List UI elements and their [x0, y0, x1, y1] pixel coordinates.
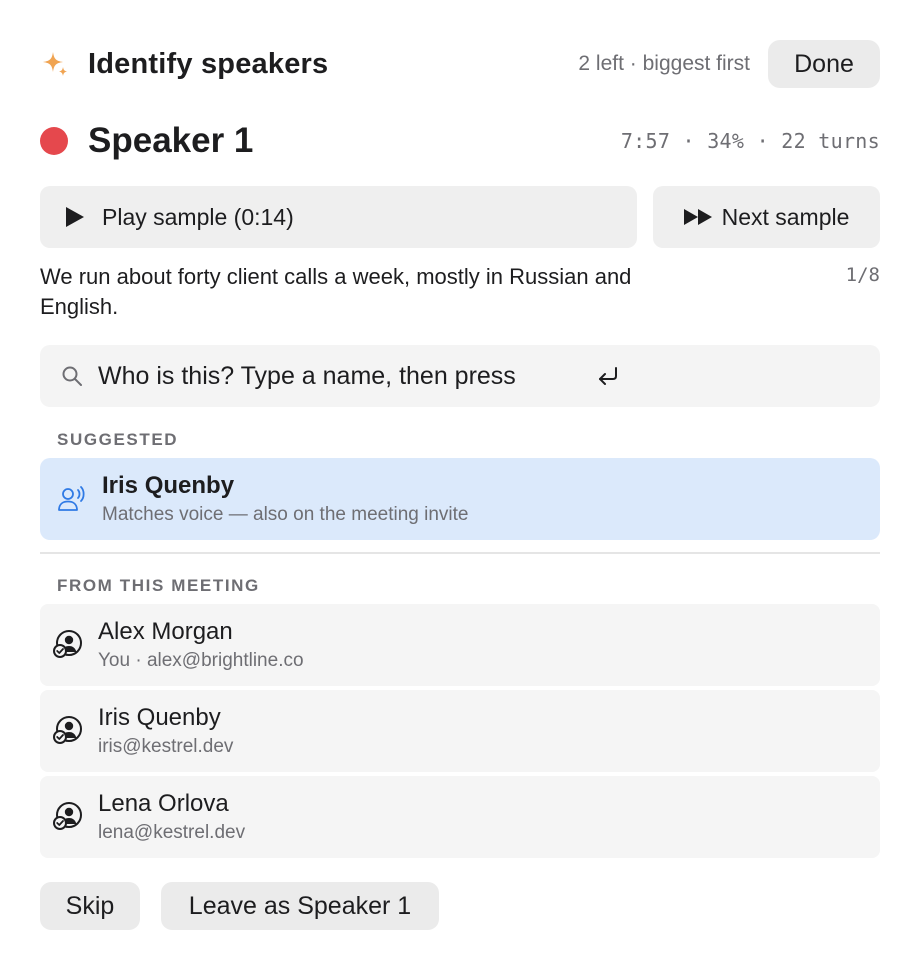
page-title: Identify speakers: [88, 47, 329, 80]
speaker-name-input[interactable]: [98, 361, 880, 391]
person-text: Iris Quenby iris@kestrel.dev: [98, 704, 233, 758]
skip-button[interactable]: Skip: [40, 882, 140, 930]
divider: [40, 552, 880, 554]
leave-as-speaker-button[interactable]: Leave as Speaker 1: [161, 882, 439, 930]
play-sample-button[interactable]: Play sample (0:14): [40, 186, 637, 248]
next-sample-button[interactable]: Next sample: [653, 186, 880, 248]
fast-forward-icon: [683, 209, 712, 225]
suggested-speaker-option[interactable]: Iris Quenby Matches voice — also on the …: [40, 458, 880, 540]
person-text: Lena Orlova lena@kestrel.dev: [98, 790, 245, 844]
play-sample-label: Play sample (0:14): [102, 203, 294, 230]
speaker-name: Speaker 1: [88, 121, 254, 160]
meeting-heading: FROM THIS MEETING: [57, 576, 260, 595]
sample-controls: Play sample (0:14) Next sample: [40, 186, 880, 248]
suggested-name: Iris Quenby: [102, 472, 235, 499]
suggested-detail: Matches voice — also on the meeting invi…: [102, 504, 469, 525]
suggested-heading: SUGGESTED: [57, 430, 179, 449]
person-name: Iris Quenby: [98, 704, 221, 731]
footer-actions: Skip Leave as Speaker 1: [40, 882, 439, 930]
speaker-header: Speaker 1 7:57 · 34% · 22 turns: [40, 118, 880, 164]
sample-counter: 1/8: [845, 264, 880, 286]
person-name: Alex Morgan: [98, 618, 233, 645]
list-item[interactable]: Lena Orlova lena@kestrel.dev: [40, 776, 880, 858]
speaker-color-dot: [40, 127, 68, 155]
sample-transcript: We run about forty client calls a week, …: [40, 264, 632, 319]
search-icon: [60, 364, 84, 388]
person-name: Lena Orlova: [98, 790, 229, 817]
list-item[interactable]: Iris Quenby iris@kestrel.dev: [40, 690, 880, 772]
person-check-icon: [52, 629, 84, 661]
person-text: Alex Morgan You · alex@brightline.co: [98, 618, 304, 672]
sparkle-icon: [40, 49, 70, 79]
person-check-icon: [52, 801, 84, 833]
done-button[interactable]: Done: [768, 40, 880, 88]
header: Identify speakers 2 left · biggest first…: [40, 40, 880, 88]
speaker-stats: 7:57 · 34% · 22 turns: [620, 129, 880, 153]
person-detail: lena@kestrel.dev: [98, 822, 246, 843]
next-sample-label: Next sample: [721, 203, 850, 230]
person-check-icon: [52, 715, 84, 747]
suggested-text: Iris Quenby Matches voice — also on the …: [102, 472, 468, 526]
name-search[interactable]: [40, 345, 880, 407]
list-item[interactable]: Alex Morgan You · alex@brightline.co: [40, 604, 880, 686]
play-icon: [66, 207, 84, 227]
voice-match-icon: [56, 483, 88, 515]
remaining-status: 2 left · biggest first: [578, 52, 750, 75]
person-detail: iris@kestrel.dev: [98, 736, 234, 757]
person-detail: You · alex@brightline.co: [98, 650, 304, 671]
return-key-icon: [595, 363, 621, 389]
